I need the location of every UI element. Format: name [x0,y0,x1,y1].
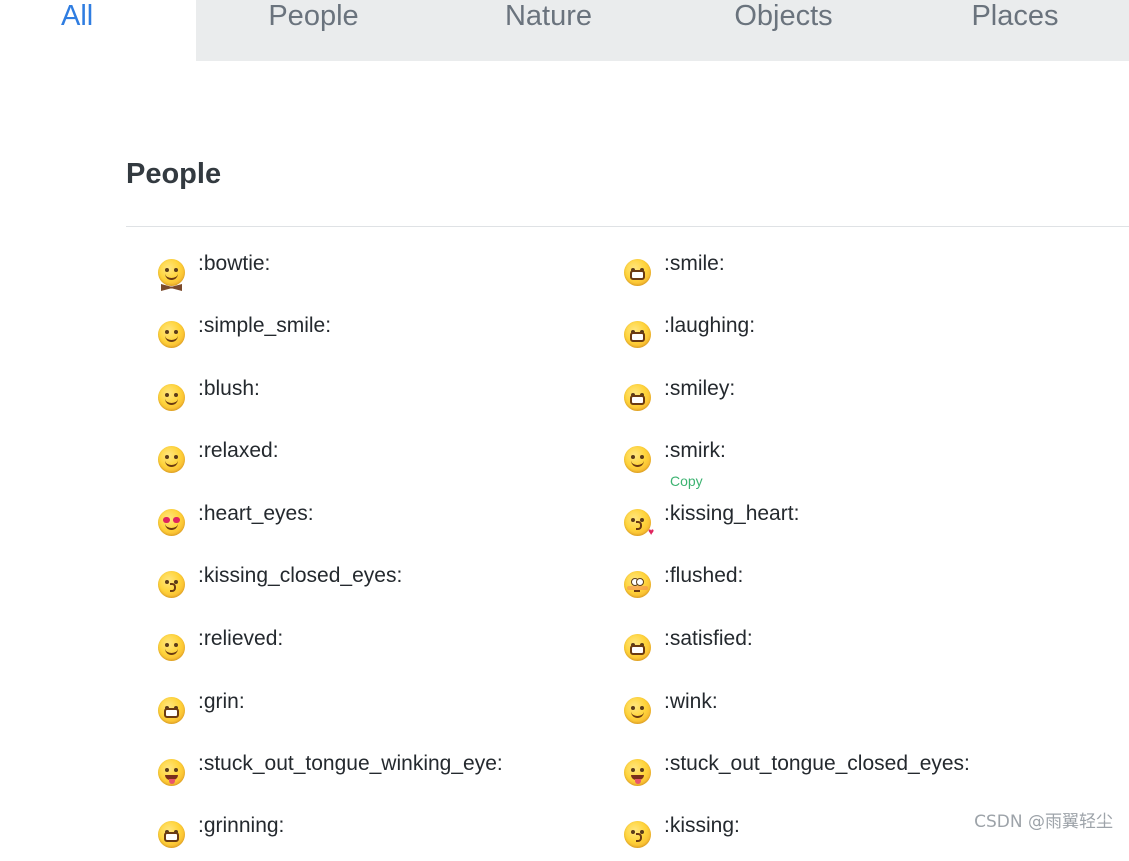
tab-nature-label: Nature [504,0,593,32]
laughing-emoji-icon [624,321,651,348]
emoji-code: :kissing_heart: [664,502,800,525]
relieved-emoji-icon [158,634,185,661]
bowtie-emoji-icon [158,259,185,286]
emoji-code: :bowtie: [198,252,271,275]
emoji-code: :grin: [198,690,245,713]
emoji-code: :relieved: [198,627,284,650]
flushed-emoji-icon [624,571,651,598]
grin-emoji-icon [158,697,185,724]
section-title: People [126,158,222,190]
emoji-code: :stuck_out_tongue_winking_eye: [198,752,503,775]
tab-places-label: Places [971,0,1059,32]
emoji-code: :smirk: [664,439,726,462]
tab-objects[interactable]: Objects [666,0,901,61]
blush-emoji-icon [158,384,185,411]
emoji-code: :kissing: [664,814,740,837]
tab-all[interactable]: All [0,0,196,61]
satisfied-emoji-icon [624,634,651,661]
tab-people[interactable]: People [196,0,431,61]
stuck-out-tongue-winking-eye-emoji-icon [158,759,185,786]
emoji-code: :blush: [198,377,260,400]
emoji-code: :laughing: [664,314,756,337]
kissing-heart-emoji-icon [624,509,654,538]
tab-objects-label: Objects [734,0,833,32]
grinning-emoji-icon [158,821,185,848]
emoji-code: :smiley: [664,377,736,400]
kissing-emoji-icon [624,821,651,848]
smirk-emoji-icon [624,446,651,473]
tab-people-label: People [268,0,359,32]
kissing-closed-eyes-emoji-icon [158,571,185,598]
copy-button[interactable]: Copy [670,473,703,489]
emoji-code: :heart_eyes: [198,502,314,525]
emoji-code: :wink: [664,690,718,713]
category-tabs: All People Nature Objects Places [0,0,1129,61]
emoji-code: :relaxed: [198,439,279,462]
watermark: CSDN @雨翼轻尘 [974,812,1113,832]
emoji-code: :simple_smile: [198,314,332,337]
emoji-code: :grinning: [198,814,285,837]
emoji-code: :kissing_closed_eyes: [198,564,403,587]
section-divider [126,226,1129,227]
simple-smile-emoji-icon [158,321,185,348]
tab-nature[interactable]: Nature [431,0,666,61]
tab-all-label: All [61,0,94,32]
emoji-code: :stuck_out_tongue_closed_eyes: [664,752,970,775]
smile-emoji-icon [624,259,651,286]
relaxed-emoji-icon [158,446,185,473]
smiley-emoji-icon [624,384,651,411]
stuck-out-tongue-closed-eyes-emoji-icon [624,759,651,786]
wink-emoji-icon [624,697,651,724]
heart-eyes-emoji-icon [158,509,185,536]
tab-places[interactable]: Places [901,0,1129,61]
emoji-code: :satisfied: [664,627,753,650]
emoji-code: :flushed: [664,564,744,587]
emoji-code: :smile: [664,252,725,275]
